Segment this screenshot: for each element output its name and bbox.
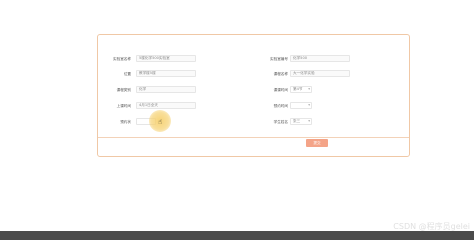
class-duration-label: 预约时间 <box>273 104 288 108</box>
lab-number-label: 实验室编号 <box>270 57 288 61</box>
course-name-label: 课程名称 <box>273 72 288 76</box>
student-name-value: 张三 <box>293 119 301 123</box>
bottom-bar <box>0 231 474 240</box>
lab-number-input[interactable]: 化学500 <box>290 55 350 62</box>
location-label: 位置 <box>123 72 131 76</box>
class-time-input[interactable]: 4月1日全天 <box>136 102 196 109</box>
hand-cursor-icon: ☝ <box>158 118 163 126</box>
chevron-down-icon: ▾ <box>308 119 310 123</box>
student-name-label: 学生姓名 <box>273 120 288 124</box>
course-name-input[interactable]: 大一化学实验 <box>290 70 350 77</box>
student-name-select[interactable]: 张三 ▾ <box>290 118 312 125</box>
booking-label: 预约状 <box>120 120 131 124</box>
submit-button[interactable]: 提交 <box>306 139 328 147</box>
form-divider <box>98 137 409 138</box>
chevron-down-icon: ▾ <box>308 103 310 107</box>
lab-name-input[interactable]: 5楼化学500实验室 <box>136 55 196 62</box>
chevron-down-icon: ▾ <box>308 87 310 91</box>
class-duration-select[interactable]: ▾ <box>290 102 312 109</box>
course-type-label: 课程类别 <box>116 88 131 92</box>
course-session-value: 第4节 <box>293 87 303 91</box>
course-type-input[interactable]: 化学 <box>136 86 196 93</box>
class-time-label: 上课时间 <box>116 104 131 108</box>
watermark: CSDN @程序员gelei <box>393 222 470 231</box>
course-session-label: 课课时间 <box>273 88 288 92</box>
lab-name-label: 实验室名称 <box>113 57 131 61</box>
course-session-select[interactable]: 第4节 ▾ <box>290 86 312 93</box>
location-input[interactable]: 教学楼5楼 <box>136 70 196 77</box>
lab-booking-form <box>97 34 410 157</box>
